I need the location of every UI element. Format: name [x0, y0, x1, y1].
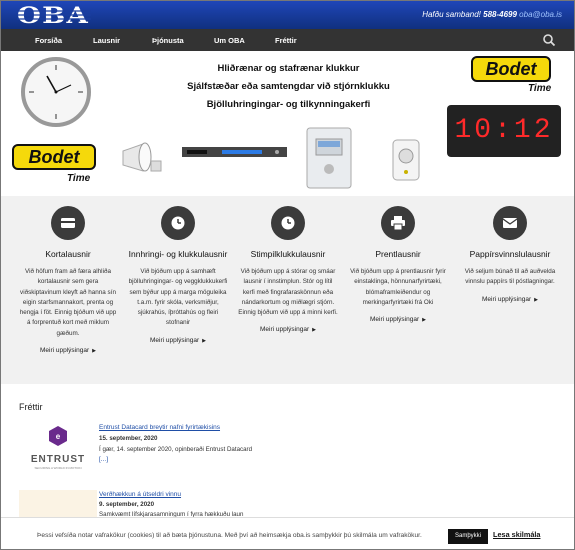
control-box-image: [306, 127, 352, 189]
clock-icon: [271, 206, 305, 240]
entrust-logo-text: ENTRUST: [31, 454, 85, 465]
clock-icon: [161, 206, 195, 240]
more-info-label: Meiri upplýsingar: [150, 336, 200, 344]
solution-text: Við bjóðum upp á stórar og smáar lausnir…: [238, 268, 338, 317]
nav-item-forsida[interactable]: Forsíða: [35, 29, 62, 51]
svg-text:e: e: [56, 432, 61, 441]
contact-phone[interactable]: 588-4699: [483, 10, 517, 19]
more-info-link[interactable]: Meiri upplýsingar ▶: [260, 326, 316, 333]
news-date-2: 9. september, 2020: [99, 501, 155, 508]
solution-title: Prentlausnir: [375, 249, 421, 259]
envelope-icon: [493, 206, 527, 240]
solution-text: Við bjóðum upp á prentlausnir fyrir eins…: [350, 268, 446, 306]
news-date-1: 15. september, 2020: [99, 435, 158, 442]
bodet-logo-right: Bodet: [471, 56, 551, 82]
contact-label: Hafðu samband!: [422, 10, 481, 19]
nav-item-lausnir[interactable]: Lausnir: [93, 29, 120, 51]
bell-speaker-image: [392, 139, 420, 181]
more-info-link[interactable]: Meiri upplýsingar ▶: [370, 316, 426, 323]
solution-title: Pappírsvinnslulausnir: [469, 249, 551, 259]
contact-info: Hafðu samband! 588-4699 oba@oba.is: [422, 10, 562, 19]
chevron-right-icon: ▶: [422, 317, 426, 324]
news-heading: Fréttir: [19, 402, 43, 412]
digital-clock-image: 10:12: [447, 105, 561, 157]
nav-item-thjonusta[interactable]: Þjónusta: [152, 29, 184, 51]
more-info-link[interactable]: Meiri upplýsingar ▶: [40, 347, 96, 354]
more-info-label: Meiri upplýsingar: [40, 347, 90, 355]
browser-frame: OBA Hafðu samband! 588-4699 oba@oba.is F…: [0, 0, 575, 550]
more-info-label: Meiri upplýsingar: [370, 316, 420, 324]
cookie-accept-button[interactable]: Samþykki: [448, 529, 488, 544]
card-icon: [51, 206, 85, 240]
more-info-link[interactable]: Meiri upplýsingar ▶: [482, 296, 538, 303]
solution-card-pappirsvinnslu: Pappírsvinnslulausnir Við seljum búnað t…: [458, 206, 562, 306]
chevron-right-icon: ▶: [92, 348, 96, 355]
news-text-1: Í gær, 14. september 2020, opinberaði En…: [99, 446, 253, 453]
news-title-2[interactable]: Verðhækkun á útseldri vinnu: [99, 491, 181, 498]
more-info-label: Meiri upplýsingar: [260, 326, 310, 334]
news-title-1[interactable]: Entrust Datacard breytir nafni fyrirtæki…: [99, 424, 220, 431]
bodet-logo-left: Bodet: [12, 144, 96, 170]
solution-card-innhringi: Innhringi- og klukkulausnir Við bjóðum u…: [128, 206, 228, 347]
solution-card-kortalausnir: Kortalausnir Við höfum fram að færa alhl…: [18, 206, 118, 357]
bodet-time-left: Time: [67, 173, 91, 184]
solution-text: Við bjóðum upp á samhæft bjölluhringinga…: [128, 268, 228, 327]
more-info-link[interactable]: Meiri upplýsingar ▶: [150, 337, 206, 344]
cookie-bar: Þessi vefsíða notar vafrakökur (cookies)…: [1, 517, 574, 549]
more-info-label: Meiri upplýsingar: [482, 295, 532, 303]
oba-logo[interactable]: OBA: [17, 5, 91, 25]
hero-line-2: Sjálfstæðar eða samtengdar við stjórnklu…: [187, 81, 390, 92]
solution-title: Innhringi- og klukkulausnir: [128, 249, 228, 259]
solution-card-prentlausnir: Prentlausnir Við bjóðum upp á prentlausn…: [348, 206, 448, 326]
cookie-text: Þessi vefsíða notar vafrakökur (cookies)…: [37, 532, 422, 539]
nav-item-um-oba[interactable]: Um OBA: [214, 29, 245, 51]
bodet-time-right: Time: [528, 83, 552, 94]
speaker-horn-image: [122, 142, 162, 172]
solution-card-stimpilklukku: Stimpilklukkulausnir Við bjóðum upp á st…: [238, 206, 338, 336]
top-header: OBA Hafðu samband! 588-4699 oba@oba.is: [1, 1, 574, 29]
nav-item-frettir[interactable]: Fréttir: [275, 29, 297, 51]
solution-title: Kortalausnir: [45, 249, 91, 259]
entrust-logo-tagline: SECURING A WORLD IN MOTION: [34, 466, 81, 470]
chevron-right-icon: ▶: [312, 327, 316, 334]
solutions-section: Kortalausnir Við höfum fram að færa alhl…: [1, 196, 574, 384]
main-nav: Forsíða Lausnir Þjónusta Um OBA Fréttir: [1, 29, 574, 51]
solution-title: Stimpilklukkulausnir: [250, 249, 326, 259]
rack-unit-image: [182, 147, 287, 157]
cookie-read-link[interactable]: Lesa skilmála: [493, 530, 540, 539]
chevron-right-icon: ▶: [534, 296, 538, 303]
printer-icon: [381, 206, 415, 240]
hero-banner: Hliðrænar og stafrænar klukkur Sjálfstæð…: [1, 51, 574, 196]
search-icon[interactable]: [542, 33, 556, 47]
solution-text: Við seljum búnað til að auðvelda vinnslu…: [464, 268, 556, 286]
news-thumb-entrust[interactable]: e ENTRUST SECURING A WORLD IN MOTION: [19, 422, 97, 480]
entrust-logo: e ENTRUST SECURING A WORLD IN MOTION: [31, 426, 85, 470]
solution-text: Við höfum fram að færa alhliða kortalaus…: [19, 268, 117, 337]
news-more-1[interactable]: [...]: [99, 456, 108, 463]
contact-email[interactable]: oba@oba.is: [519, 10, 562, 19]
chevron-right-icon: ▶: [202, 337, 206, 344]
